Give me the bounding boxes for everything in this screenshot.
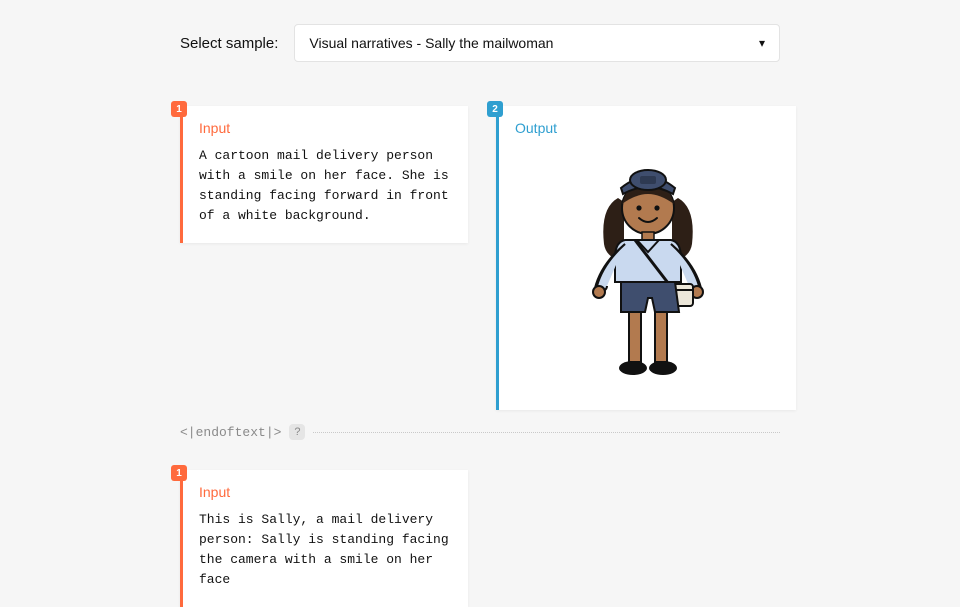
chevron-down-icon: ▾ xyxy=(759,36,765,50)
input-card-title: Input xyxy=(199,120,452,136)
output-card-body: Output xyxy=(496,106,796,410)
input-card-text: A cartoon mail delivery person with a sm… xyxy=(199,146,452,227)
help-icon[interactable]: ? xyxy=(289,424,305,440)
input-card-2: 1 Input This is Sally, a mail delivery p… xyxy=(180,470,468,607)
output-image-wrap xyxy=(515,146,780,394)
card-badge-1: 1 xyxy=(171,101,187,117)
sample-selector-value: Visual narratives - Sally the mailwoman xyxy=(309,35,553,51)
sample-selector-row: Select sample: Visual narratives - Sally… xyxy=(180,24,780,62)
page-container: Select sample: Visual narratives - Sally… xyxy=(0,0,960,607)
input-card: 1 Input A cartoon mail delivery person w… xyxy=(180,106,468,243)
input-card-body: Input A cartoon mail delivery person wit… xyxy=(180,106,468,243)
example-row-1: 1 Input A cartoon mail delivery person w… xyxy=(180,106,780,410)
endoftext-token: <|endoftext|> xyxy=(180,425,281,440)
output-card: 2 Output xyxy=(496,106,796,410)
output-card-title: Output xyxy=(515,120,780,136)
example-row-2: 1 Input This is Sally, a mail delivery p… xyxy=(180,470,780,607)
separator-line xyxy=(313,432,780,433)
separator-row: <|endoftext|> ? xyxy=(180,424,780,440)
input-card-2-text: This is Sally, a mail delivery person: S… xyxy=(199,510,452,591)
input-card-2-body: Input This is Sally, a mail delivery per… xyxy=(180,470,468,607)
mailwoman-illustration xyxy=(573,150,723,390)
card-badge-1b: 1 xyxy=(171,465,187,481)
input-card-2-title: Input xyxy=(199,484,452,500)
sample-selector-label: Select sample: xyxy=(180,35,278,52)
card-badge-2: 2 xyxy=(487,101,503,117)
sample-selector-dropdown[interactable]: Visual narratives - Sally the mailwoman … xyxy=(294,24,780,62)
